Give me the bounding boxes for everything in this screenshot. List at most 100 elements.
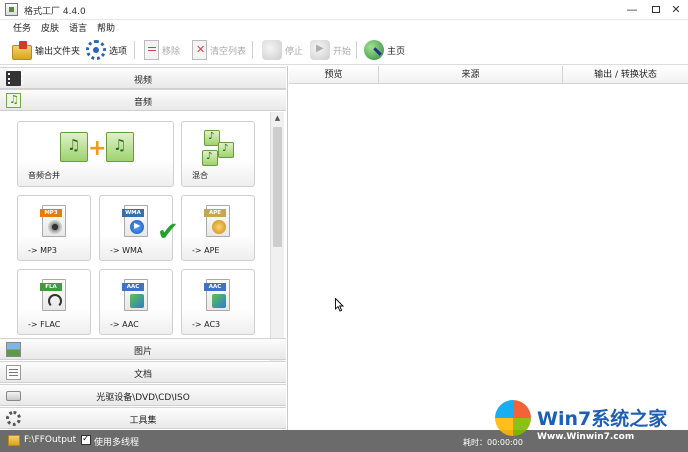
options-label: 选项	[109, 46, 128, 57]
remove-label: 移除	[162, 46, 181, 57]
title-bar: 格式工厂 4.4.0 — ✕	[0, 0, 688, 20]
options-button[interactable]: 选项	[86, 38, 127, 62]
ape-icon	[212, 220, 226, 234]
tool-to-aac[interactable]: AAC -> AAC	[99, 269, 173, 335]
speaker-icon	[48, 220, 62, 234]
column-output-status[interactable]: 输出 / 转换状态	[563, 66, 688, 84]
format-tag: AAC	[122, 283, 144, 291]
output-folder-label: 输出文件夹	[35, 46, 81, 57]
plus-icon: +	[88, 136, 107, 161]
window-title: 格式工厂 4.4.0	[24, 7, 86, 17]
watermark-brand: Win7系统之家	[537, 408, 668, 430]
aac-file-icon: AAC	[122, 279, 148, 311]
category-tools[interactable]: 工具集	[0, 407, 286, 429]
clear-list-icon	[192, 40, 207, 60]
start-button[interactable]: 开始	[310, 38, 351, 62]
play-icon	[130, 220, 144, 234]
output-folder-button[interactable]: 输出文件夹	[12, 38, 80, 62]
multithread-checkbox[interactable]	[81, 434, 91, 445]
app-icon	[5, 3, 18, 16]
windows-logo-icon	[495, 400, 531, 436]
tool-to-mp3[interactable]: MP3 -> MP3	[17, 195, 91, 261]
mp3-file-icon: MP3	[40, 205, 66, 237]
start-icon	[310, 40, 330, 60]
output-folder-icon	[12, 40, 32, 60]
tool-label: 音频合并	[28, 171, 60, 180]
music-file-icon	[218, 142, 234, 158]
scroll-thumb[interactable]	[273, 127, 282, 247]
close-button[interactable]: ✕	[663, 1, 688, 18]
tool-label: -> AC3	[192, 320, 221, 329]
format-tag: AAC	[204, 283, 226, 291]
category-tools-label: 工具集	[129, 416, 157, 426]
home-label: 主页	[387, 46, 406, 57]
music-file-icon	[60, 132, 88, 162]
wma-file-icon: WMA	[122, 205, 148, 237]
tool-label: -> APE	[192, 246, 220, 255]
toolbar: 输出文件夹 选项 移除 清空列表 停止 开始 主页	[0, 35, 688, 65]
category-picture[interactable]: 图片	[0, 338, 286, 360]
tool-mix[interactable]: 混合	[181, 121, 255, 187]
category-panel: 视频 音频 + 音频合并 混合 MP3 -> MP3 WMA	[0, 66, 288, 430]
menu-skin[interactable]: 皮肤	[41, 21, 59, 34]
menu-task[interactable]: 任务	[13, 21, 31, 34]
menu-language[interactable]: 语言	[69, 21, 87, 34]
category-picture-label: 图片	[133, 347, 152, 357]
category-document-label: 文档	[133, 370, 152, 380]
tool-label: 混合	[192, 171, 208, 180]
tool-to-ac3[interactable]: AAC -> AC3	[181, 269, 255, 335]
category-audio-label: 音频	[133, 98, 152, 108]
format-tag: WMA	[122, 209, 144, 217]
category-document[interactable]: 文档	[0, 361, 286, 383]
flac-file-icon: FLA	[40, 279, 66, 311]
tool-to-flac[interactable]: FLA -> FLAC	[17, 269, 91, 335]
watermark: Win7系统之家 Www.Winwin7.com	[495, 396, 688, 452]
column-source[interactable]: 来源	[379, 66, 563, 84]
multithread-label: 使用多线程	[94, 438, 140, 448]
category-disc[interactable]: 光驱设备\DVD\CD\ISO	[0, 384, 286, 406]
headphones-icon	[48, 294, 62, 308]
category-audio[interactable]: 音频	[0, 89, 286, 111]
column-preview[interactable]: 预览	[289, 66, 379, 84]
tool-label: -> MP3	[28, 246, 57, 255]
ape-file-icon: APE	[204, 205, 230, 237]
start-label: 开始	[333, 46, 352, 57]
tool-label: -> WMA	[110, 246, 143, 255]
format-tag: MP3	[40, 209, 62, 217]
stop-label: 停止	[285, 46, 304, 57]
stop-button[interactable]: 停止	[262, 38, 303, 62]
tool-audio-merge[interactable]: + 音频合并	[17, 121, 174, 187]
clear-list-label: 清空列表	[210, 46, 247, 57]
output-path[interactable]: F:\FFOutput	[24, 435, 76, 445]
watermark-url: Www.Winwin7.com	[537, 432, 635, 442]
audio-wave-icon	[212, 294, 226, 308]
minimize-button[interactable]: —	[619, 1, 645, 18]
home-button[interactable]: 主页	[364, 38, 405, 62]
toolbar-divider	[356, 41, 357, 59]
remove-button[interactable]: 移除	[144, 38, 180, 62]
clear-list-button[interactable]: 清空列表	[192, 38, 246, 62]
task-list[interactable]: 预览 来源 输出 / 转换状态	[289, 66, 688, 430]
music-file-icon	[106, 132, 134, 162]
maximize-icon	[652, 6, 660, 13]
gear-icon	[86, 40, 106, 60]
folder-icon[interactable]	[8, 435, 20, 446]
checkmark-icon: ✔	[157, 217, 179, 247]
scroll-up-icon[interactable]: ▲	[271, 112, 284, 125]
music-file-icon	[202, 150, 218, 166]
format-tag: APE	[204, 209, 226, 217]
globe-icon	[364, 40, 384, 60]
toolbar-divider	[134, 41, 135, 59]
stop-icon	[262, 40, 282, 60]
mouse-cursor-icon	[335, 298, 344, 312]
category-disc-label: 光驱设备\DVD\CD\ISO	[96, 393, 190, 403]
category-video[interactable]: 视频	[0, 67, 286, 89]
menu-help[interactable]: 帮助	[97, 21, 115, 34]
tool-label: -> AAC	[110, 320, 139, 329]
tool-to-ape[interactable]: APE -> APE	[181, 195, 255, 261]
audio-wave-icon	[130, 294, 144, 308]
toolbar-divider	[252, 41, 253, 59]
format-tag: FLA	[40, 283, 62, 291]
tool-label: -> FLAC	[28, 320, 61, 329]
menu-bar: 任务 皮肤 语言 帮助	[0, 20, 688, 35]
